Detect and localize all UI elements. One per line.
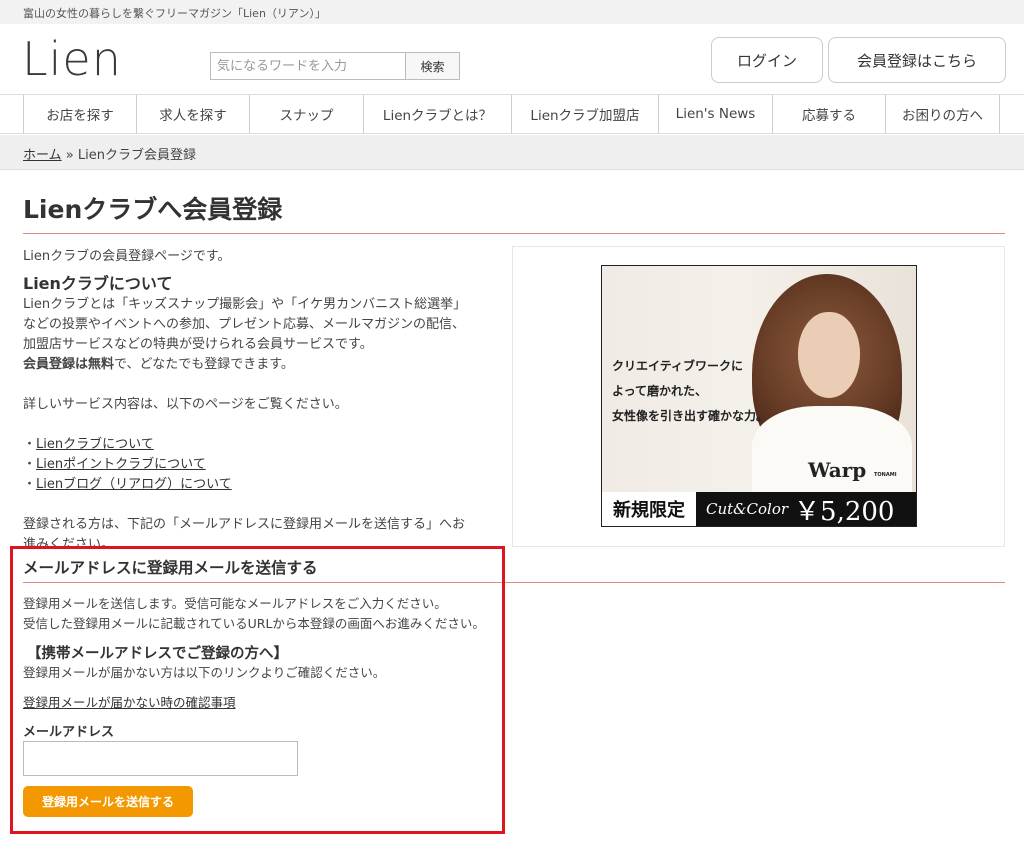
global-nav: お店を探す 求人を探す スナップ Lienクラブとは？ Lienクラブ加盟店 L… <box>0 94 1024 134</box>
ad-model-face <box>798 312 860 398</box>
bullet: ・ <box>23 437 37 452</box>
list-item: ・Lienクラブについて <box>23 435 473 455</box>
register-button[interactable]: 会員登録はこちら <box>828 37 1006 83</box>
nav-item-label: お困りの方へ <box>902 108 983 124</box>
nav-item-shop-search[interactable]: お店を探す <box>23 95 137 133</box>
nav-item-club-about[interactable]: Lienクラブとは？ <box>364 95 512 133</box>
search-input[interactable] <box>210 52 406 80</box>
nav-item-label: 応募する <box>802 108 856 124</box>
list-item: ・Lienブログ（リアログ）について <box>23 475 473 495</box>
nav-item-apply[interactable]: 応募する <box>773 95 886 133</box>
intro-section: Lienクラブの会員登録ページです。 Lienクラブについて Lienクラブとは… <box>23 247 473 555</box>
nav-item-label: 求人を探す <box>159 108 227 124</box>
nav-item-job-search[interactable]: 求人を探す <box>137 95 250 133</box>
nav-item-news[interactable]: Lien's News <box>659 95 773 133</box>
search-button[interactable]: 検索 <box>406 52 460 80</box>
ad-brand: Warp <box>808 458 867 482</box>
free-note: 会員登録は無料で、どなたでも登録できます。 <box>23 355 473 375</box>
breadcrumb-home-link[interactable]: ホーム <box>23 148 62 163</box>
ad-copy-line: よって磨かれた、 <box>612 384 708 398</box>
nav-item-snap[interactable]: スナップ <box>250 95 364 133</box>
list-item: ・Lienポイントクラブについて <box>23 455 473 475</box>
page-title: Lienクラブへ会員登録 <box>23 195 283 224</box>
site-logo[interactable]: Lien <box>22 36 122 82</box>
ad-container: クリエイティブワークに よって磨かれた、 女性像を引き出す確かな力。 Warp … <box>512 246 1005 547</box>
blog-link[interactable]: Lienブログ（リアログ）について <box>36 477 232 492</box>
breadcrumb: ホーム » Lienクラブ会員登録 <box>0 135 1024 170</box>
service-links: ・Lienクラブについて ・Lienポイントクラブについて ・Lienブログ（リ… <box>23 435 473 495</box>
header-search: 検索 <box>210 52 460 80</box>
ad-price: ￥5,200 <box>794 496 895 527</box>
nav-item-label: お店を探す <box>46 108 114 124</box>
ad-limited: 新規限定 <box>602 492 698 526</box>
ad-brand-sub: TONAMI <box>874 472 897 478</box>
site-tagline: 富山の女性の暮らしを繋ぐフリーマガジン「Lien（リアン）」 <box>0 0 1024 24</box>
free-note-rest: で、どなたでも登録できます。 <box>114 357 294 372</box>
login-button[interactable]: ログイン <box>711 37 823 83</box>
ad-copy-line: 女性像を引き出す確かな力。 <box>612 409 769 423</box>
about-heading: Lienクラブについて <box>23 274 173 293</box>
point-club-link[interactable]: Lienポイントクラブについて <box>36 457 206 472</box>
breadcrumb-current: Lienクラブ会員登録 <box>77 148 196 163</box>
breadcrumb-separator: » <box>65 148 74 163</box>
nav-item-label: Lien's News <box>675 106 756 122</box>
ad-offer-bar: 新規限定 Cut&Color ￥5,200 <box>602 492 916 527</box>
nav-item-label: Lienクラブ加盟店 <box>530 108 640 124</box>
nav-item-label: スナップ <box>279 108 334 124</box>
bullet: ・ <box>23 477 37 492</box>
bullet: ・ <box>23 457 37 472</box>
salon-ad-banner[interactable]: クリエイティブワークに よって磨かれた、 女性像を引き出す確かな力。 Warp … <box>601 265 917 527</box>
ad-copy-line: クリエイティブワークに <box>612 359 744 373</box>
ad-copy: クリエイティブワークに よって磨かれた、 女性像を引き出す確かな力。 <box>612 354 768 429</box>
intro-text: Lienクラブの会員登録ページです。 <box>23 249 231 264</box>
free-note-bold: 会員登録は無料 <box>23 357 115 372</box>
ad-service: Cut&Color <box>706 500 789 518</box>
about-text: Lienクラブとは「キッズスナップ撮影会」や「イケ男カンバニスト総選挙」などの投… <box>23 297 467 352</box>
details-text: 詳しいサービス内容は、以下のページをご覧ください。 <box>23 397 348 412</box>
nav-item-help[interactable]: お困りの方へ <box>886 95 1000 133</box>
title-divider <box>23 233 1005 234</box>
club-about-link[interactable]: Lienクラブについて <box>36 437 154 452</box>
nav-item-club-members[interactable]: Lienクラブ加盟店 <box>512 95 659 133</box>
highlight-frame <box>10 546 505 834</box>
nav-item-label: Lienクラブとは？ <box>382 108 493 124</box>
